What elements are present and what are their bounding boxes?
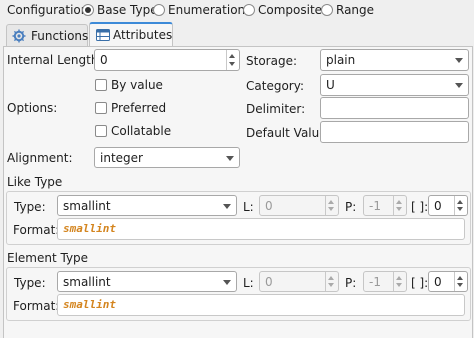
collatable-checkbox[interactable] bbox=[95, 125, 107, 137]
internal-length-stepper[interactable] bbox=[226, 50, 239, 70]
chevron-down-icon[interactable] bbox=[457, 207, 463, 211]
radio-range[interactable] bbox=[321, 4, 333, 16]
alignment-label: Alignment: bbox=[7, 151, 73, 165]
like-type-dims-spinner[interactable]: 0 bbox=[428, 195, 468, 216]
element-type-type-combo[interactable]: smallint bbox=[57, 271, 237, 292]
radio-composite-label[interactable]: Composite bbox=[258, 3, 322, 17]
chevron-up-icon[interactable] bbox=[396, 200, 402, 204]
tab-attributes-label: Attributes bbox=[113, 28, 173, 42]
options-label: Options: bbox=[7, 101, 58, 115]
chevron-down-icon[interactable] bbox=[229, 62, 235, 66]
default-value-input[interactable] bbox=[320, 121, 469, 143]
like-type-type-combo[interactable]: smallint bbox=[57, 195, 237, 216]
storage-label: Storage: bbox=[246, 54, 297, 68]
alignment-combo[interactable]: integer bbox=[94, 147, 240, 168]
element-type-dims-stepper[interactable] bbox=[454, 272, 467, 291]
like-type-format-label: Format: bbox=[13, 223, 60, 237]
like-type-l-value: 0 bbox=[265, 199, 273, 213]
storage-value: plain bbox=[326, 53, 356, 67]
element-type-p-stepper[interactable] bbox=[393, 272, 406, 291]
alignment-value: integer bbox=[100, 151, 143, 165]
chevron-up-icon[interactable] bbox=[457, 200, 463, 204]
like-type-p-stepper[interactable] bbox=[393, 196, 406, 215]
radio-composite[interactable] bbox=[243, 4, 255, 16]
element-type-p-spinner[interactable]: -1 bbox=[363, 271, 407, 292]
element-type-l-label: L: bbox=[243, 276, 254, 290]
like-type-p-label: P: bbox=[345, 200, 357, 214]
by-value-label[interactable]: By value bbox=[111, 78, 163, 92]
category-combo[interactable]: U bbox=[320, 74, 469, 96]
default-value-label: Default Value: bbox=[246, 126, 331, 140]
delimiter-input[interactable] bbox=[320, 97, 469, 119]
radio-enumeration-label[interactable]: Enumeration bbox=[168, 3, 245, 17]
like-type-dims-label: [ ]: bbox=[411, 200, 429, 214]
element-type-dims-value: 0 bbox=[434, 275, 442, 289]
storage-combo[interactable]: plain bbox=[320, 49, 469, 71]
chevron-down-icon[interactable] bbox=[457, 283, 463, 287]
element-type-format-label: Format: bbox=[13, 299, 60, 313]
like-type-dims-stepper[interactable] bbox=[454, 196, 467, 215]
like-type-format-value: smallint bbox=[63, 222, 116, 235]
chevron-down-icon[interactable] bbox=[328, 283, 334, 287]
element-type-p-value: -1 bbox=[369, 275, 381, 289]
like-type-dims-value: 0 bbox=[434, 199, 442, 213]
chevron-down-icon[interactable] bbox=[226, 156, 234, 161]
element-type-dims-label: [ ]: bbox=[411, 276, 429, 290]
chevron-up-icon[interactable] bbox=[396, 276, 402, 280]
like-type-title: Like Type bbox=[7, 175, 63, 189]
element-type-dims-spinner[interactable]: 0 bbox=[428, 271, 468, 292]
internal-length-spinner[interactable]: 0 bbox=[94, 49, 240, 71]
element-type-title: Element Type bbox=[7, 251, 89, 265]
tab-attributes[interactable]: Attributes bbox=[89, 22, 173, 48]
chevron-up-icon[interactable] bbox=[328, 200, 334, 204]
like-type-l-spinner[interactable]: 0 bbox=[259, 195, 339, 216]
chevron-up-icon[interactable] bbox=[328, 276, 334, 280]
chevron-up-icon[interactable] bbox=[457, 276, 463, 280]
tab-functions[interactable]: Functions bbox=[6, 24, 88, 47]
radio-base-type[interactable] bbox=[82, 4, 94, 16]
preferred-label[interactable]: Preferred bbox=[111, 101, 166, 115]
category-label: Category: bbox=[246, 79, 304, 93]
by-value-checkbox[interactable] bbox=[95, 79, 107, 91]
configuration-label: Configuration: bbox=[7, 3, 93, 17]
chevron-down-icon[interactable] bbox=[455, 83, 463, 88]
category-value: U bbox=[326, 78, 335, 92]
preferred-checkbox[interactable] bbox=[95, 102, 107, 114]
element-type-l-value: 0 bbox=[265, 275, 273, 289]
element-type-l-spinner[interactable]: 0 bbox=[259, 271, 339, 292]
chevron-down-icon[interactable] bbox=[328, 207, 334, 211]
element-type-l-stepper[interactable] bbox=[325, 272, 338, 291]
chevron-up-icon[interactable] bbox=[229, 54, 235, 58]
chevron-down-icon[interactable] bbox=[396, 283, 402, 287]
like-type-l-stepper[interactable] bbox=[325, 196, 338, 215]
tab-functions-label: Functions bbox=[31, 29, 89, 43]
internal-length-value: 0 bbox=[100, 53, 108, 67]
like-type-p-value: -1 bbox=[369, 199, 381, 213]
element-type-p-label: P: bbox=[345, 276, 357, 290]
radio-range-label[interactable]: Range bbox=[336, 3, 374, 17]
like-type-format-field[interactable]: smallint bbox=[57, 218, 465, 240]
like-type-type-value: smallint bbox=[63, 199, 111, 213]
collatable-label[interactable]: Collatable bbox=[111, 124, 171, 138]
element-type-format-value: smallint bbox=[63, 298, 116, 311]
element-type-format-field[interactable]: smallint bbox=[57, 294, 465, 316]
radio-base-type-label[interactable]: Base Type bbox=[97, 3, 158, 17]
delimiter-label: Delimiter: bbox=[246, 102, 306, 116]
radio-enumeration[interactable] bbox=[153, 4, 165, 16]
chevron-down-icon[interactable] bbox=[396, 207, 402, 211]
like-type-type-label: Type: bbox=[14, 200, 46, 214]
chevron-down-icon[interactable] bbox=[455, 58, 463, 63]
like-type-p-spinner[interactable]: -1 bbox=[363, 195, 407, 216]
internal-length-label: Internal Length: bbox=[7, 53, 103, 67]
attributes-icon bbox=[96, 28, 110, 42]
like-type-l-label: L: bbox=[243, 200, 254, 214]
chevron-down-icon[interactable] bbox=[223, 280, 231, 285]
element-type-type-label: Type: bbox=[14, 276, 46, 290]
chevron-down-icon[interactable] bbox=[223, 204, 231, 209]
element-type-type-value: smallint bbox=[63, 275, 111, 289]
functions-icon bbox=[12, 29, 26, 43]
